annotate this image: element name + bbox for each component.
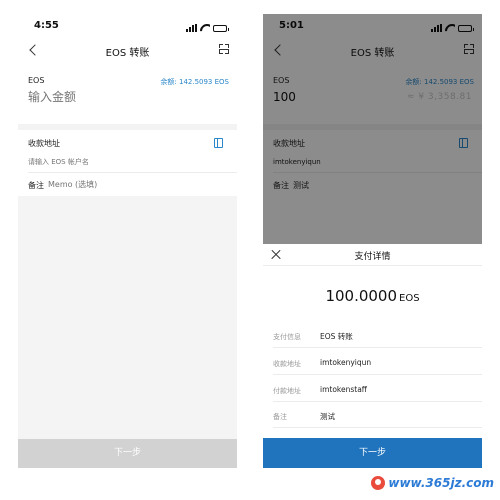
amount-input[interactable] <box>28 90 158 104</box>
memo-label: 备注 <box>28 181 44 190</box>
payment-details-sheet: 支付详情 100.0000 EOS 支付信息 EOS 转账 收款地址 imtoke… <box>263 244 482 468</box>
address-book-icon[interactable] <box>214 138 223 148</box>
detail-row-payment-info: 支付信息 EOS 转账 <box>273 324 482 348</box>
detail-label: 备注 <box>273 413 287 421</box>
token-label: EOS <box>28 76 45 85</box>
payment-amount-value: 100.0000 <box>325 287 398 305</box>
detail-row-recipient: 收款地址 imtokenyiqun <box>273 351 482 375</box>
next-button-disabled[interactable]: 下一步 <box>18 439 237 468</box>
detail-value: imtokenstaff <box>320 385 367 394</box>
balance-text: 余额: 142.5093 EOS <box>160 78 229 86</box>
right-phone-screen: 5:01 EOS 转账 EOS 余额: 142.5093 EOS 100 ≈ ¥… <box>263 14 482 468</box>
status-time: 4:55 <box>34 20 59 31</box>
detail-label: 付款地址 <box>273 387 301 395</box>
nav-bar: EOS 转账 <box>18 38 237 64</box>
wifi-icon <box>200 24 210 32</box>
watermark-logo-icon <box>371 476 386 490</box>
page-title: EOS 转账 <box>105 48 150 59</box>
status-bar: 4:55 <box>18 14 237 38</box>
watermark: www.365jz.com <box>371 476 494 490</box>
memo-input[interactable] <box>48 180 208 189</box>
address-label: 收款地址 <box>28 139 60 148</box>
amount-section: EOS 余额: 142.5093 EOS <box>18 68 237 124</box>
watermark-text: www.365jz.com <box>388 476 494 490</box>
sheet-header: 支付详情 <box>263 244 482 266</box>
empty-area <box>18 196 237 468</box>
address-input[interactable] <box>28 158 223 166</box>
sheet-title: 支付详情 <box>354 252 391 262</box>
section-gap <box>18 124 237 130</box>
divider <box>28 172 237 173</box>
payment-amount-unit: EOS <box>399 293 420 304</box>
payment-amount: 100.0000 EOS <box>263 286 482 305</box>
detail-label: 收款地址 <box>273 360 301 368</box>
detail-value: 测试 <box>320 412 335 421</box>
detail-row-memo: 备注 测试 <box>273 404 482 428</box>
next-button[interactable]: 下一步 <box>263 438 482 468</box>
modal-overlay[interactable] <box>263 14 482 244</box>
status-icons <box>186 22 229 32</box>
detail-value: imtokenyiqun <box>320 358 372 367</box>
detail-value: EOS 转账 <box>320 332 353 341</box>
left-phone-screen: 4:55 EOS 转账 EOS 余额: 142.5093 EOS 收款地址 备注… <box>18 14 237 468</box>
battery-icon <box>213 25 229 32</box>
signal-icon <box>186 24 197 32</box>
scan-icon[interactable] <box>217 42 231 56</box>
detail-label: 支付信息 <box>273 333 301 341</box>
detail-row-payer: 付款地址 imtokenstaff <box>273 378 482 402</box>
